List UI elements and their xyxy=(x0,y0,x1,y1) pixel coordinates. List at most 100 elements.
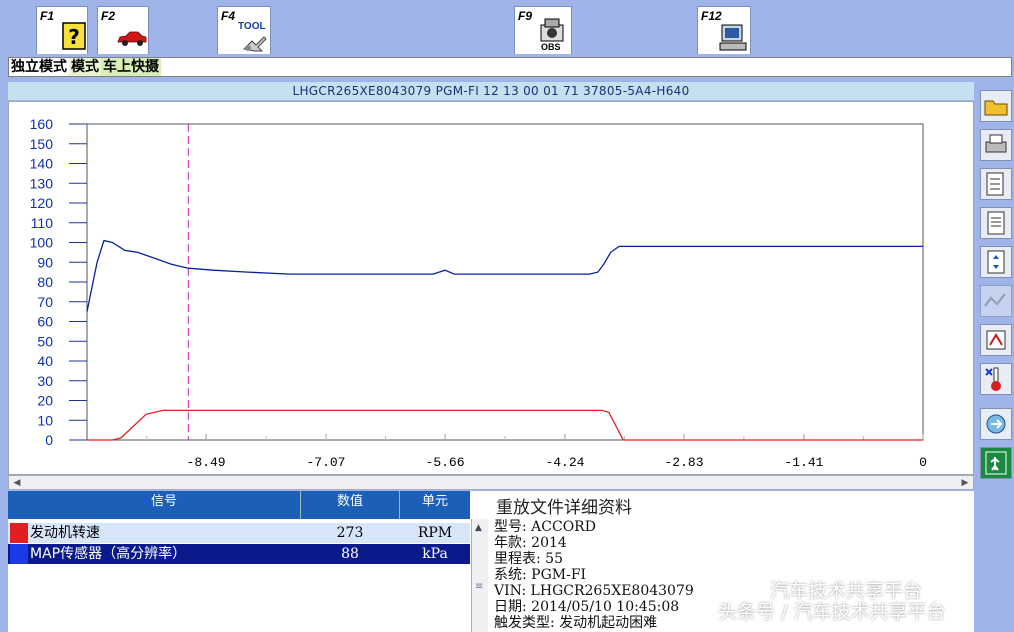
tool-icon xyxy=(242,36,267,52)
config-icon xyxy=(986,330,1006,350)
x-tick-label: -7.07 xyxy=(306,455,345,470)
rpm-value: 273 xyxy=(336,525,364,541)
signal-row-rpm[interactable]: 发动机转速 273 RPM xyxy=(8,523,470,543)
rpm-unit: RPM xyxy=(417,525,453,541)
detail-model: 型号: ACCORD xyxy=(494,519,596,535)
svg-text:?: ? xyxy=(68,25,80,49)
layout-icon xyxy=(987,250,1005,274)
config-button[interactable] xyxy=(980,324,1012,356)
plot-frame xyxy=(86,123,924,441)
f1-help-button[interactable]: F1 ? xyxy=(36,6,88,54)
detail-odometer: 里程表: 55 xyxy=(494,551,563,567)
y-tick-label: 100 xyxy=(30,235,54,251)
exit-button[interactable] xyxy=(980,447,1012,479)
mode-standalone[interactable]: 独立模式 xyxy=(9,58,69,76)
x-tick-label: -5.66 xyxy=(426,455,465,470)
scroll-left-icon[interactable]: ◀ xyxy=(11,477,23,489)
y-tick-label: 50 xyxy=(37,333,53,349)
horizontal-scrollbar[interactable]: ◀ ▶ xyxy=(8,475,974,490)
rpm-signal-name: 发动机转速 xyxy=(30,525,100,541)
chart-panel: 160 150 140 130 120 110 100 90 80 70 60 50 40 30 20 10 0… xyxy=(8,101,974,475)
temperature-button[interactable] xyxy=(980,363,1012,395)
x-tick-label: -8.49 xyxy=(187,455,226,470)
rpm-color-swatch xyxy=(10,523,28,543)
computer-icon xyxy=(719,24,747,51)
map-color-swatch xyxy=(10,544,28,564)
header-value: 数值 xyxy=(301,491,400,519)
document-icon xyxy=(987,211,1005,235)
car-icon xyxy=(117,31,147,46)
settings-button[interactable] xyxy=(980,168,1012,200)
header-unit: 单元 xyxy=(421,494,448,509)
detail-trigger: 触发类型: 发动机起动困难 xyxy=(494,615,658,631)
y-tick-label: 130 xyxy=(30,175,54,191)
details-title: 重放文件详细资料 xyxy=(496,498,632,518)
y-tick-label: 80 xyxy=(37,274,53,290)
print-icon xyxy=(985,134,1007,153)
mode-onboard-snapshot[interactable]: 车上快摄 xyxy=(101,58,161,76)
f4-key-label: F4 xyxy=(221,9,236,23)
refresh-icon xyxy=(986,414,1006,434)
f9-obs-button[interactable]: F9 OBS xyxy=(514,6,572,54)
y-tick-label: 10 xyxy=(37,412,53,428)
scroll-right-icon[interactable]: ▶ xyxy=(959,477,971,489)
exit-icon xyxy=(985,451,1007,475)
y-tick-label: 140 xyxy=(30,156,54,172)
header-signal: 信号 xyxy=(28,491,301,519)
temperature-icon xyxy=(985,367,1001,391)
y-tick-label: 120 xyxy=(30,195,54,211)
obs-caption: OBS xyxy=(541,42,561,52)
x-tick-label: -2.83 xyxy=(665,455,704,470)
obs-icon xyxy=(540,18,564,42)
settings-icon xyxy=(986,172,1004,196)
x-tick-label: 0 xyxy=(919,455,927,470)
f2-vehicle-button[interactable]: F2 xyxy=(97,6,149,54)
disabled-tool-icon xyxy=(984,293,1006,307)
f2-key-label: F2 xyxy=(101,9,116,23)
signal-row-map[interactable]: MAP传感器（高分辨率） 88 kPa xyxy=(8,544,470,564)
signal-table-header: 信号 数值 单元 xyxy=(8,491,470,519)
map-signal-name: MAP传感器（高分辨率） xyxy=(30,546,187,562)
x-tick-label: -4.24 xyxy=(545,455,584,470)
refresh-button[interactable] xyxy=(980,408,1012,440)
help-icon: ? xyxy=(62,22,86,50)
f9-key-label: F9 xyxy=(518,9,533,23)
detail-vin: VIN: LHGCR265XE8043079 xyxy=(494,583,694,599)
y-tick-label: 60 xyxy=(37,314,53,330)
detail-year: 年款: 2014 xyxy=(494,535,567,551)
map-series-line xyxy=(86,239,923,312)
scroll-up-icon[interactable]: ▲ xyxy=(475,523,482,533)
print-button[interactable] xyxy=(980,129,1012,161)
mode-mode[interactable]: 模式 xyxy=(69,58,101,76)
y-tick-label: 150 xyxy=(30,136,54,152)
scroll-grip-icon[interactable]: ≡ xyxy=(475,581,483,592)
y-tick-label: 20 xyxy=(37,393,53,409)
open-folder-button[interactable] xyxy=(980,90,1012,122)
y-tick-label: 160 xyxy=(30,116,54,132)
rpm-series-line xyxy=(87,409,923,441)
watermark-bottom: 头条号 / 汽车技术共享平台 xyxy=(718,601,946,623)
signal-table-scrollbar[interactable]: ▲ ≡ xyxy=(471,519,488,632)
detail-system: 系统: PGM-FI xyxy=(494,567,587,583)
f4-tool-button[interactable]: F4 TOOL xyxy=(217,6,271,54)
f1-key-label: F1 xyxy=(40,9,55,23)
disabled-tool-button[interactable] xyxy=(980,285,1012,317)
x-tick-label: -1.41 xyxy=(784,455,823,470)
mode-bar: 独立模式 模式 车上快摄 xyxy=(8,57,1012,77)
y-tick-label: 0 xyxy=(45,432,53,448)
y-tick-label: 70 xyxy=(37,294,53,310)
detail-date: 日期: 2014/05/10 10:45:08 xyxy=(494,599,680,615)
y-tick-label: 110 xyxy=(31,215,54,231)
tool-caption: TOOL xyxy=(238,21,266,32)
layout-button[interactable] xyxy=(980,246,1012,278)
y-tick-label: 90 xyxy=(37,254,53,270)
y-tick-label: 30 xyxy=(37,373,53,389)
y-tick-label: 40 xyxy=(37,353,53,369)
data-chart: 1601501401301201101009080706050403020100… xyxy=(30,116,927,470)
open-folder-icon xyxy=(984,100,1008,116)
document-button[interactable] xyxy=(980,207,1012,239)
vehicle-info-bar: LHGCR265XE8043079 PGM-FI 12 13 00 01 71 … xyxy=(8,82,974,100)
f12-computer-button[interactable]: F12 xyxy=(697,6,751,54)
map-value: 88 xyxy=(341,546,359,562)
f12-key-label: F12 xyxy=(701,9,722,23)
